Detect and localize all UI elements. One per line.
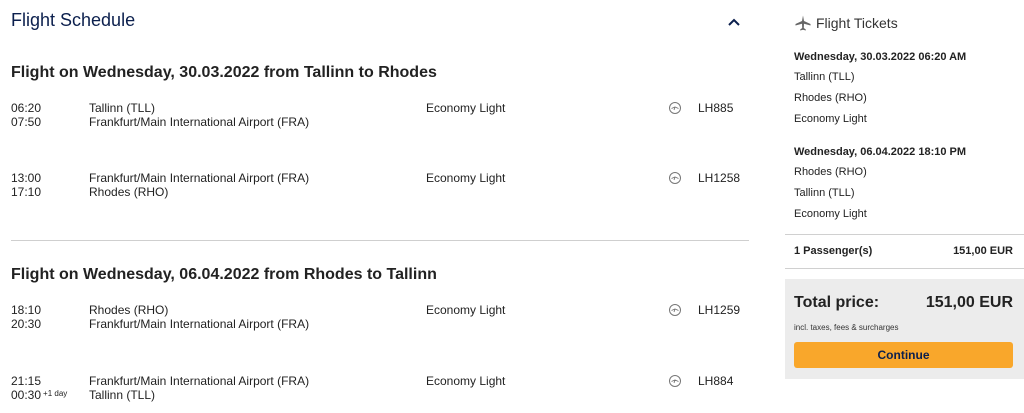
summary-divider [785, 268, 1024, 269]
flight-segment: 21:15 00:30 +1 day Frankfurt/Main Interna… [11, 374, 751, 408]
chevron-up-icon [728, 18, 740, 26]
inbound-ticket: Wednesday, 06.04.2022 18:10 PM Rhodes (R… [794, 146, 966, 229]
arrival-time: 20:30 [11, 317, 42, 331]
cabin-class: Economy Light [426, 171, 506, 185]
departure-time: 06:20 [11, 101, 42, 115]
lufthansa-crane-icon [668, 303, 682, 317]
inbound-heading: Flight on Wednesday, 06.04.2022 from Rho… [11, 266, 437, 283]
arrival-time: 17:10 [11, 185, 42, 199]
collapse-button[interactable] [723, 12, 745, 34]
total-price-label: Total price: [794, 294, 880, 311]
departure-time: 21:15 [11, 374, 42, 388]
arrival-airport: Frankfurt/Main International Airport (FR… [89, 115, 310, 129]
departure-airport: Frankfurt/Main International Airport (FR… [89, 171, 310, 185]
cabin-class: Economy Light [426, 101, 506, 115]
section-divider [11, 240, 749, 241]
departure-airport: Frankfurt/Main International Airport (FR… [89, 374, 310, 388]
arrival-airport: Tallinn (TLL) [89, 388, 156, 402]
continue-button[interactable]: Continue [794, 342, 1013, 368]
passenger-count: 1 Passenger(s) [794, 245, 873, 257]
flight-number: LH1258 [698, 171, 741, 185]
ticket-datetime: Wednesday, 30.03.2022 06:20 AM [794, 51, 967, 63]
ticket-from: Rhodes (RHO) [794, 166, 867, 178]
passenger-price: 151,00 EUR [953, 245, 1013, 257]
cabin-class: Economy Light [426, 303, 506, 317]
lufthansa-crane-icon [668, 101, 682, 115]
flight-segment: 18:10 20:30 Rhodes (RHO) Frankfurt/Main … [11, 303, 751, 337]
day-offset: +1 day [43, 389, 68, 398]
ticket-to: Rhodes (RHO) [794, 92, 867, 104]
departure-airport: Tallinn (TLL) [89, 101, 156, 115]
arrival-time: 07:50 [11, 115, 42, 129]
ticket-cabin: Economy Light [794, 113, 867, 125]
total-price-box: Total price: 151,00 EUR incl. taxes, fee… [785, 279, 1024, 379]
flight-number: LH1259 [698, 303, 741, 317]
arrival-airport: Frankfurt/Main International Airport (FR… [89, 317, 310, 331]
outbound-heading: Flight on Wednesday, 30.03.2022 from Tal… [11, 64, 437, 81]
page-title: Flight Schedule [11, 10, 136, 30]
summary-divider [785, 234, 1024, 235]
departure-time: 13:00 [11, 171, 42, 185]
lufthansa-crane-icon [668, 374, 682, 388]
airplane-icon [794, 14, 812, 32]
lufthansa-crane-icon [668, 171, 682, 185]
flight-segment: 13:00 17:10 Frankfurt/Main International… [11, 171, 751, 205]
flight-number: LH885 [698, 101, 734, 115]
arrival-airport: Rhodes (RHO) [89, 185, 169, 199]
tickets-title: Flight Tickets [794, 14, 898, 32]
departure-airport: Rhodes (RHO) [89, 303, 169, 317]
ticket-datetime: Wednesday, 06.04.2022 18:10 PM [794, 146, 967, 158]
ticket-from: Tallinn (TLL) [794, 71, 855, 83]
ticket-cabin: Economy Light [794, 208, 867, 220]
arrival-time: 00:30 [11, 388, 42, 402]
departure-time: 18:10 [11, 303, 42, 317]
flight-number: LH884 [698, 374, 734, 388]
cabin-class: Economy Light [426, 374, 506, 388]
outbound-ticket: Wednesday, 30.03.2022 06:20 AM Tallinn (… [794, 51, 966, 134]
tickets-title-label: Flight Tickets [816, 15, 898, 31]
flight-segment: 06:20 07:50 Tallinn (TLL) Frankfurt/Main… [11, 101, 751, 135]
ticket-to: Tallinn (TLL) [794, 187, 855, 199]
price-note: incl. taxes, fees & surcharges [794, 323, 899, 332]
total-price-value: 151,00 EUR [925, 294, 1013, 311]
